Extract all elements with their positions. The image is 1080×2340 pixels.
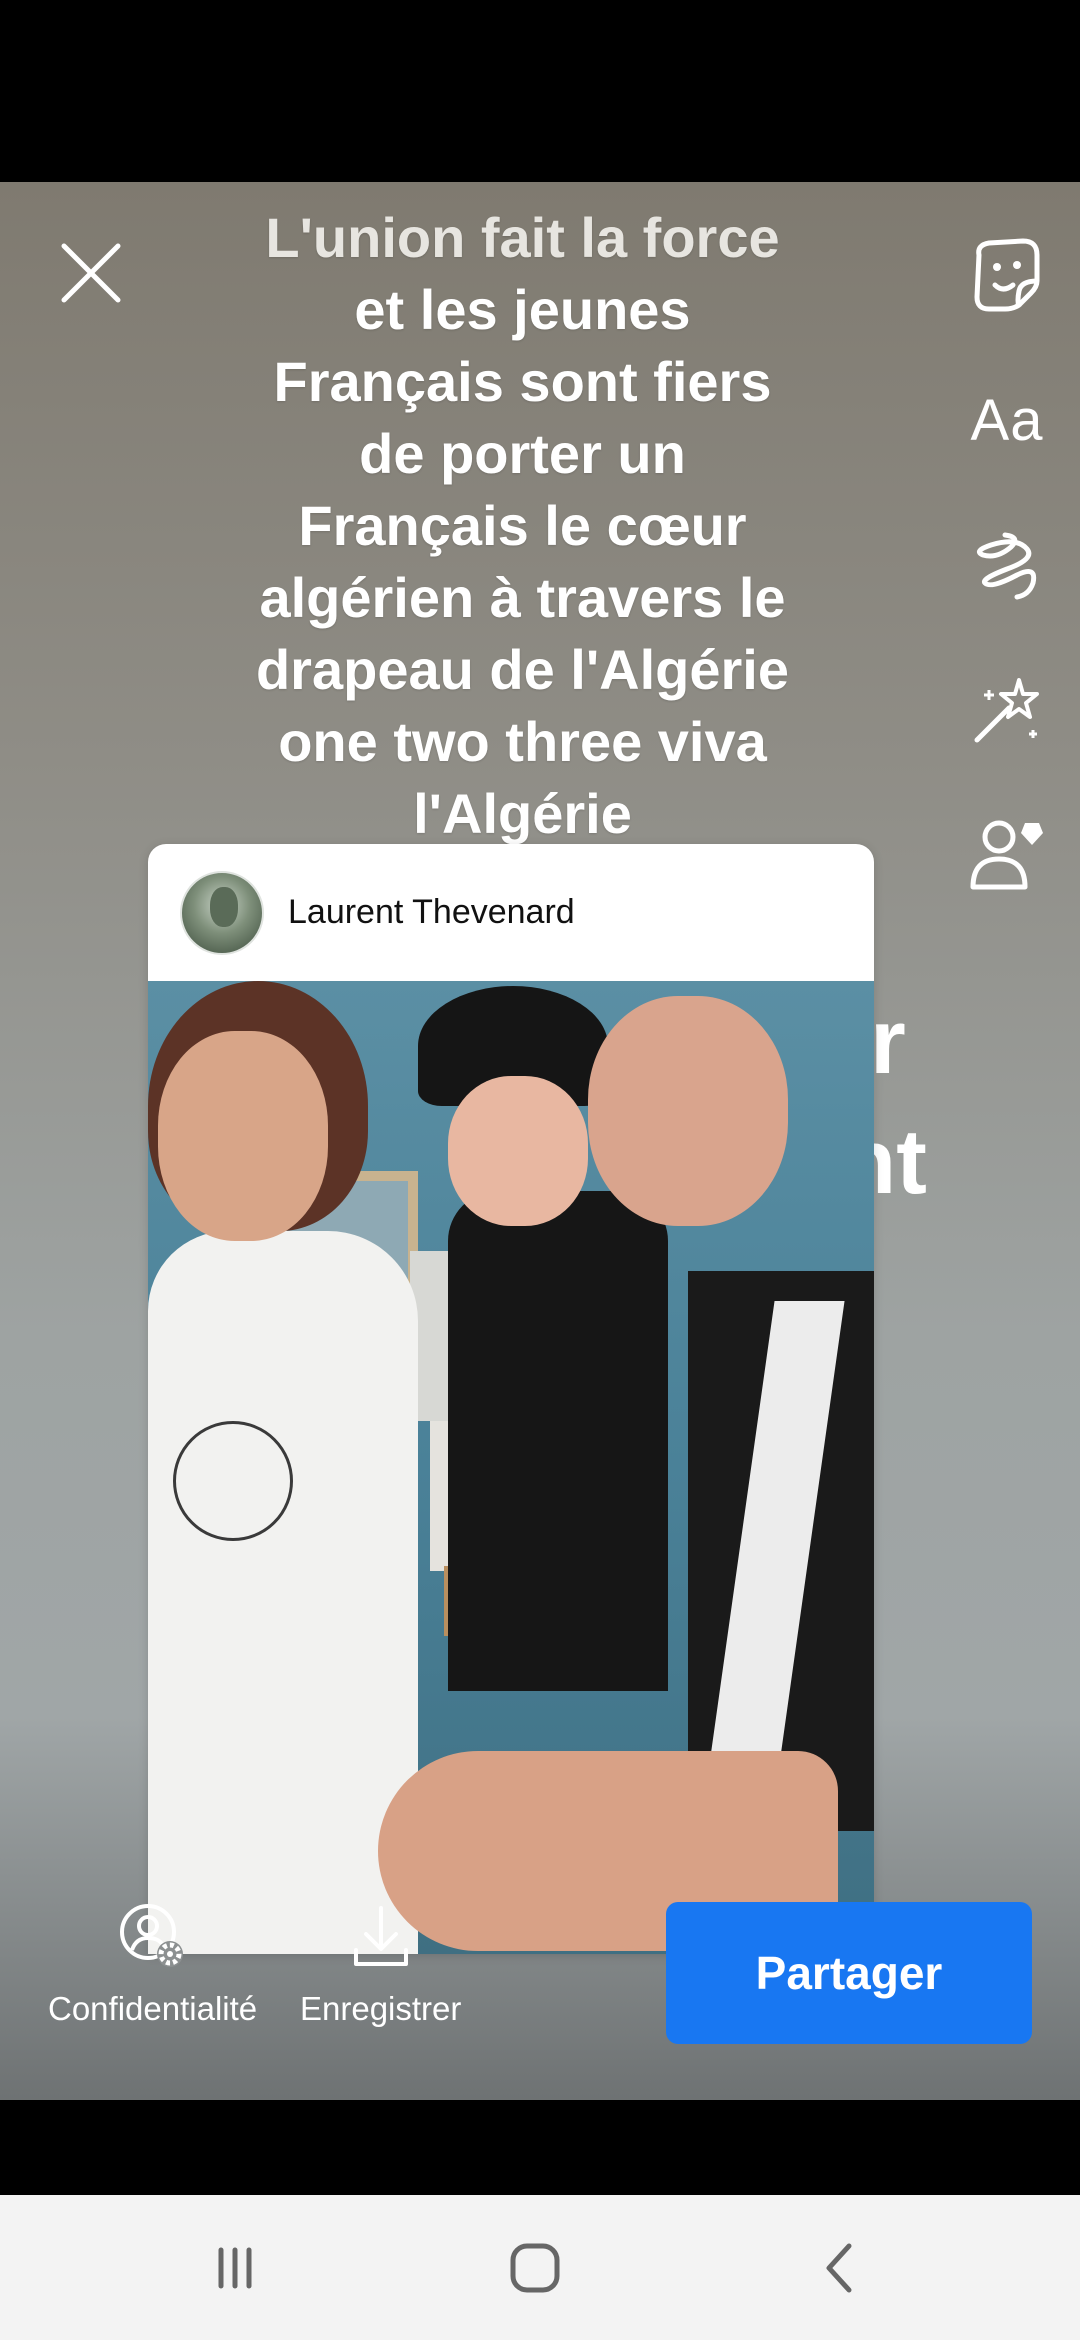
sticker-icon [974,238,1040,312]
tag-people-icon [970,820,1043,890]
recent-apps-button[interactable] [190,2233,280,2303]
tag-people-button[interactable] [962,810,1052,900]
bottom-black-area [0,2100,1080,2195]
draw-button[interactable] [962,520,1052,610]
story-editor: L'union fait la force et les jeunes Fran… [0,182,1080,2100]
close-button[interactable] [56,238,126,308]
story-text-line: Français le cœur [298,494,747,557]
status-bar-area [0,0,1080,182]
story-text-line: algérien à travers le [259,566,786,629]
home-button[interactable] [490,2233,580,2303]
text-icon: Aa [970,387,1044,453]
story-text-line: l'Algérie [413,782,632,845]
shared-post-card[interactable]: Laurent Thevenard [148,844,874,1954]
post-header: Laurent Thevenard [148,844,874,981]
post-author-name: Laurent Thevenard [288,893,575,931]
back-button[interactable] [796,2233,886,2303]
share-button[interactable]: Partager [666,1902,1032,2044]
home-icon [510,2243,560,2293]
recent-apps-icon [218,2247,252,2289]
save-button[interactable]: Enregistrer [300,1902,461,2028]
privacy-button[interactable]: Confidentialité [48,1902,257,2028]
avatar [180,870,264,955]
system-navigation-bar [0,2195,1080,2340]
privacy-settings-icon [119,1904,183,1967]
privacy-label: Confidentialité [48,1990,258,2027]
story-text-line: et les jeunes [354,278,691,341]
effects-icon [974,678,1039,743]
story-text-overlay[interactable]: L'union fait la force et les jeunes Fran… [210,202,835,850]
story-text-line: Français sont fiers [273,350,772,413]
save-label: Enregistrer [300,1990,462,2027]
story-text-line: drapeau de l'Algérie [255,638,790,701]
download-icon [353,1906,408,1966]
sticker-button[interactable] [962,230,1052,320]
draw-icon [976,532,1037,600]
story-action-bar: Confidentialité Enregistrer Partager [0,1902,1080,2100]
text-tool-button[interactable]: Aa [962,375,1052,465]
story-text-line: one two three viva [278,710,767,773]
story-text-line: L'union fait la force [265,206,780,269]
close-icon [61,243,121,303]
post-photo [148,981,874,1954]
story-text-line: de porter un [359,422,686,485]
back-icon [826,2243,852,2293]
effects-button[interactable] [962,665,1052,755]
